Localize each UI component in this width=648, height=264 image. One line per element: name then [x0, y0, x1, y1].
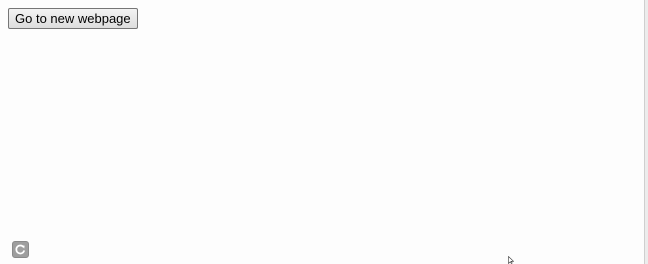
window-edge — [644, 0, 648, 264]
reload-icon[interactable] — [12, 241, 29, 258]
go-to-new-webpage-button[interactable]: Go to new webpage — [8, 8, 138, 29]
page-content: Go to new webpage — [0, 0, 644, 264]
reload-icon-glyph — [15, 244, 26, 255]
mouse-cursor-icon — [508, 256, 514, 264]
